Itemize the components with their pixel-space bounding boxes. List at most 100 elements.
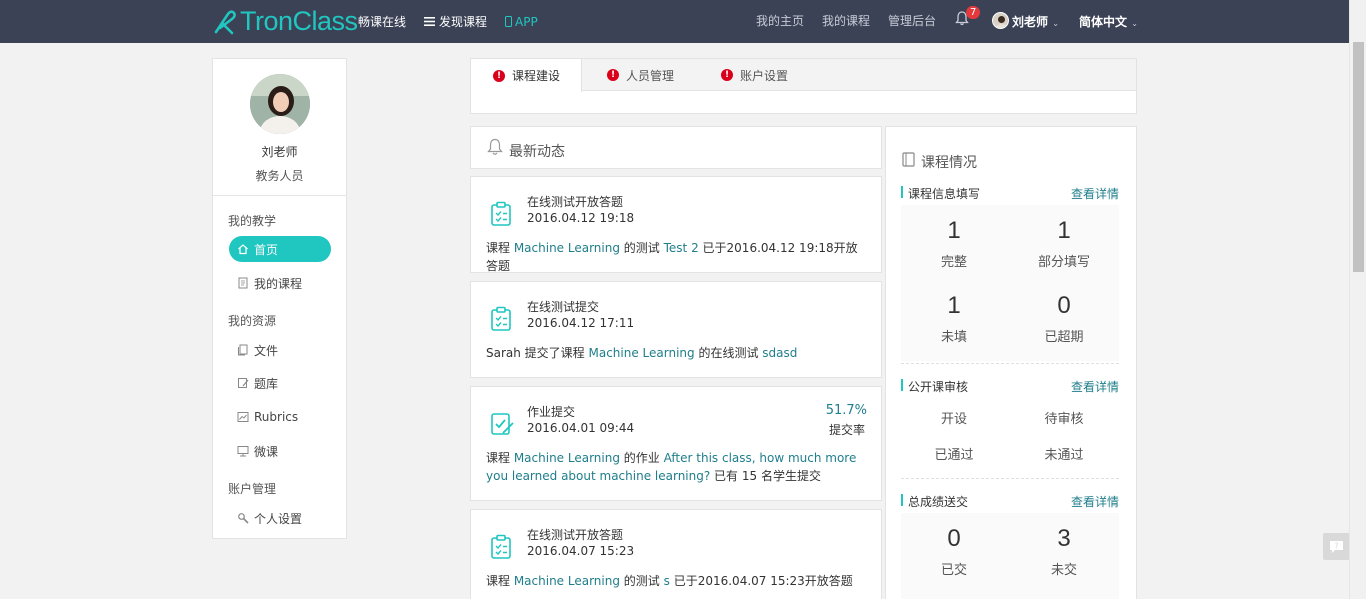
feed-title: 最新动态 [509, 144, 565, 160]
stat-caption: 已交 [940, 563, 967, 578]
clipboard-check-icon [489, 201, 513, 230]
course-link[interactable]: Machine Learning [514, 574, 620, 588]
feed-card-date: 2016.04.12 19:18 [527, 211, 635, 225]
tronclass-logo-icon [212, 8, 238, 36]
stat-caption: 未交 [1050, 563, 1077, 578]
review-approved[interactable]: 已通过 [899, 444, 1009, 463]
sidebar-item-my-courses[interactable]: 我的课程 [229, 270, 331, 296]
nav-discover-label: 发现课程 [439, 15, 488, 29]
view-details-link[interactable]: 查看详情 [1071, 378, 1119, 395]
feed-card[interactable]: 在线测试开放答题 2016.04.12 19:18 课程 Machine Lea… [470, 176, 882, 273]
feed-card-body: 课程 Machine Learning 的作业 After this class… [486, 449, 866, 485]
review-opened[interactable]: 开设 [899, 408, 1009, 427]
tab-people-management[interactable]: ! 人员管理 [585, 59, 695, 91]
settings-icon [238, 513, 249, 524]
scrollbar-thumb[interactable] [1353, 42, 1364, 272]
sidebar-item-label: 首页 [254, 242, 279, 257]
body-text: 的作业 [619, 451, 664, 465]
nav-discover-courses[interactable]: 发现课程 [424, 13, 487, 30]
section-bar [901, 379, 903, 391]
body-text: Sarah 提交了课程 [486, 346, 589, 360]
sidebar-item-files[interactable]: 文件 [229, 337, 331, 363]
feed-card-title: 在线测试开放答题 [527, 195, 624, 209]
feedback-button[interactable]: ? [1323, 533, 1350, 560]
files-icon [238, 344, 248, 356]
profile-avatar[interactable] [250, 74, 310, 134]
section-public-course-review: 公开课审核 查看详情 [901, 378, 1119, 395]
section-bar [901, 186, 903, 198]
stat-value: 3 [1057, 525, 1071, 552]
stat-complete[interactable]: 1 完整 [899, 217, 1009, 270]
sidebar-item-label: 微课 [254, 444, 279, 459]
feed-card[interactable]: 作业提交 2016.04.01 09:44 51.7% 提交率 课程 Machi… [470, 386, 882, 501]
nav-online-courses[interactable]: 畅课在线 [358, 13, 406, 30]
review-pending[interactable]: 待审核 [1009, 408, 1119, 427]
stat-caption: 部分填写 [1037, 255, 1090, 270]
stat-submitted[interactable]: 0 已交 [899, 525, 1009, 578]
feed-card-date: 2016.04.07 15:23 [527, 544, 635, 558]
body-text: 课程 [486, 451, 514, 465]
feed-header: 最新动态 [470, 126, 882, 169]
language-label: 简体中文 [1079, 15, 1128, 29]
feed-card[interactable]: 在线测试开放答题 2016.04.07 15:23 课程 Machine Lea… [470, 509, 882, 599]
page-scrollbar[interactable] [1349, 0, 1366, 599]
feed-card-body: 课程 Machine Learning 的测试 s 已于2016.04.07 1… [486, 572, 866, 590]
view-details-link[interactable]: 查看详情 [1071, 185, 1119, 202]
course-status-title: 课程情况 [921, 155, 977, 171]
course-link[interactable]: Machine Learning [514, 451, 620, 465]
stat-unfilled[interactable]: 1 未填 [899, 292, 1009, 345]
test-link[interactable]: sdasd [762, 346, 797, 360]
sidebar-item-microlecture[interactable]: 微课 [229, 438, 331, 464]
chat-icon: ? [1330, 541, 1343, 553]
warning-icon: ! [607, 69, 619, 81]
nav-admin-backend[interactable]: 管理后台 [888, 12, 936, 29]
edit-document-icon [489, 411, 515, 440]
review-rejected[interactable]: 未通过 [1009, 444, 1119, 463]
menu-icon [424, 17, 436, 26]
tab-label: 人员管理 [626, 68, 675, 83]
tab-account-settings[interactable]: ! 账户设置 [699, 59, 809, 91]
course-link[interactable]: Machine Learning [589, 346, 695, 360]
section-grade-submission: 总成绩送交 查看详情 [901, 493, 1119, 510]
profile-role: 教务人员 [255, 169, 304, 183]
sidebar-item-personal-settings[interactable]: 个人设置 [229, 505, 331, 531]
course-status-panel: 课程情况 课程信息填写 查看详情 1 完整 1 部分填写 1 未填 0 已超期 … [885, 126, 1137, 599]
language-selector[interactable]: 简体中文 ⌄ [1079, 13, 1138, 30]
test-link[interactable]: Test 2 [664, 241, 699, 255]
stat-not-submitted[interactable]: 3 未交 [1009, 525, 1119, 578]
divider [901, 363, 1119, 364]
rubrics-icon [237, 412, 249, 422]
book-icon [238, 277, 248, 289]
sidebar-item-label: 题库 [254, 376, 279, 391]
stat-value: 1 [1057, 217, 1071, 244]
top-navbar: TronClass 畅课在线 发现课程 APP 我的主页 我的课程 管理后台 7… [0, 0, 1349, 43]
stat-partial[interactable]: 1 部分填写 [1009, 217, 1119, 270]
feed-card[interactable]: 在线测试提交 2016.04.12 17:11 Sarah 提交了课程 Mach… [470, 281, 882, 378]
tab-strip: ! 课程建设 ! 人员管理 ! 账户设置 [471, 59, 1136, 92]
brand-name: TronClass [240, 6, 358, 36]
submission-rate-label: 提交率 [828, 423, 865, 437]
clipboard-check-icon [489, 534, 513, 563]
body-text: 已有 15 名学生提交 [710, 469, 821, 483]
user-avatar[interactable] [992, 12, 1009, 29]
user-menu[interactable]: 刘老师 ⌄ [1012, 13, 1059, 30]
nav-app[interactable]: APP [505, 15, 538, 29]
brand-logo[interactable]: TronClass [212, 6, 358, 37]
stat-overdue[interactable]: 0 已超期 [1009, 292, 1119, 345]
stat-value: 0 [947, 525, 961, 552]
body-text: 课程 [486, 241, 514, 255]
sidebar-item-question-bank[interactable]: 题库 [229, 370, 331, 396]
section-course-info-fill: 课程信息填写 查看详情 [901, 185, 1119, 202]
sidebar-item-label: 文件 [254, 343, 279, 358]
nav-my-homepage[interactable]: 我的主页 [756, 12, 804, 29]
course-link[interactable]: Machine Learning [514, 241, 620, 255]
feed-card-date: 2016.04.01 09:44 [527, 421, 635, 435]
view-details-link[interactable]: 查看详情 [1071, 493, 1119, 510]
nav-my-courses[interactable]: 我的课程 [822, 12, 870, 29]
tab-course-building[interactable]: ! 课程建设 [471, 59, 582, 92]
sidebar-item-rubrics[interactable]: Rubrics [229, 404, 331, 430]
feed-card-date: 2016.04.12 17:11 [527, 316, 635, 330]
sidebar-item-home[interactable]: 首页 [229, 236, 331, 262]
tab-label: 课程建设 [512, 69, 561, 83]
section-bar [901, 494, 903, 506]
